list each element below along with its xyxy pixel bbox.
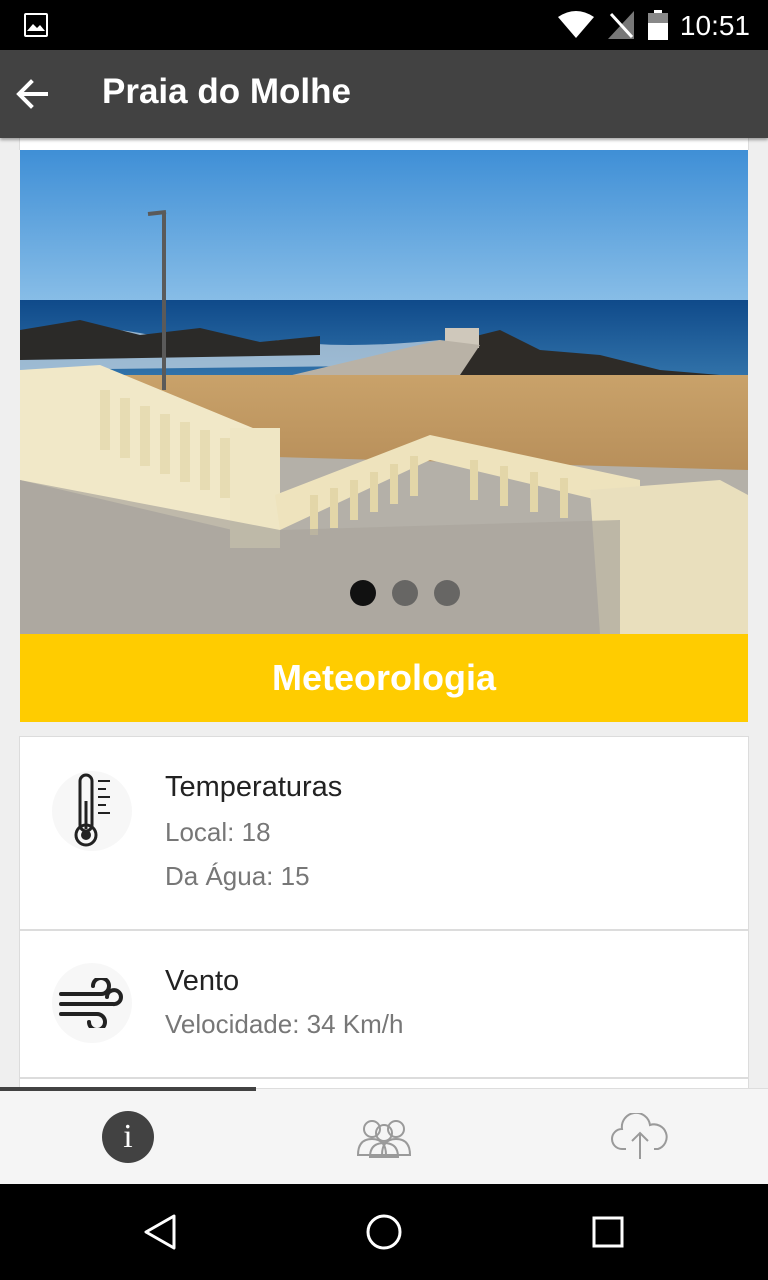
- carousel-dot[interactable]: [350, 580, 376, 606]
- system-nav-bar: [0, 1184, 768, 1280]
- content-scroll[interactable]: Meteorologia Temperaturas Local: 18 Da Á…: [0, 138, 768, 1088]
- tab-people[interactable]: [256, 1089, 512, 1185]
- home-nav-icon[interactable]: [364, 1212, 404, 1252]
- status-clock: 10:51: [679, 10, 750, 41]
- thermometer-icon: [52, 771, 132, 851]
- cloud-upload-icon: [611, 1113, 668, 1159]
- beach-photo: [20, 150, 748, 634]
- bottom-tab-bar: i: [0, 1087, 768, 1185]
- arrow-back-icon[interactable]: [14, 76, 50, 112]
- card-top-edge: [19, 138, 749, 150]
- temperature-local: Local: 18: [165, 817, 271, 847]
- wind-heading: Vento: [165, 965, 240, 997]
- tab-info[interactable]: i: [0, 1089, 256, 1185]
- carousel-dot[interactable]: [434, 580, 460, 606]
- app-bar: Praia do Molhe: [0, 50, 768, 138]
- temperature-water: Da Água: 15: [165, 861, 310, 891]
- page-title: Praia do Molhe: [102, 72, 351, 111]
- status-bar: 10:51: [0, 0, 768, 50]
- section-header-meteorologia: Meteorologia: [20, 634, 748, 722]
- battery-icon: [648, 10, 668, 40]
- back-nav-icon[interactable]: [140, 1212, 180, 1252]
- carousel-dot[interactable]: [392, 580, 418, 606]
- wifi-icon: [558, 11, 594, 38]
- recents-nav-icon[interactable]: [588, 1212, 628, 1252]
- gallery-icon: [24, 13, 48, 37]
- carousel-indicator: [350, 580, 460, 606]
- people-icon: [356, 1120, 412, 1158]
- no-signal-icon: [608, 11, 634, 39]
- temperature-heading: Temperaturas: [165, 771, 343, 803]
- temperature-card: Temperaturas Local: 18 Da Água: 15: [19, 736, 749, 930]
- info-icon: i: [102, 1111, 154, 1163]
- wind-icon: [52, 963, 132, 1043]
- beach-photo-carousel[interactable]: [20, 150, 748, 634]
- wind-speed: Velocidade: 34 Km/h: [165, 1009, 404, 1039]
- tab-upload[interactable]: [512, 1089, 768, 1185]
- wind-card: Vento Velocidade: 34 Km/h: [19, 930, 749, 1078]
